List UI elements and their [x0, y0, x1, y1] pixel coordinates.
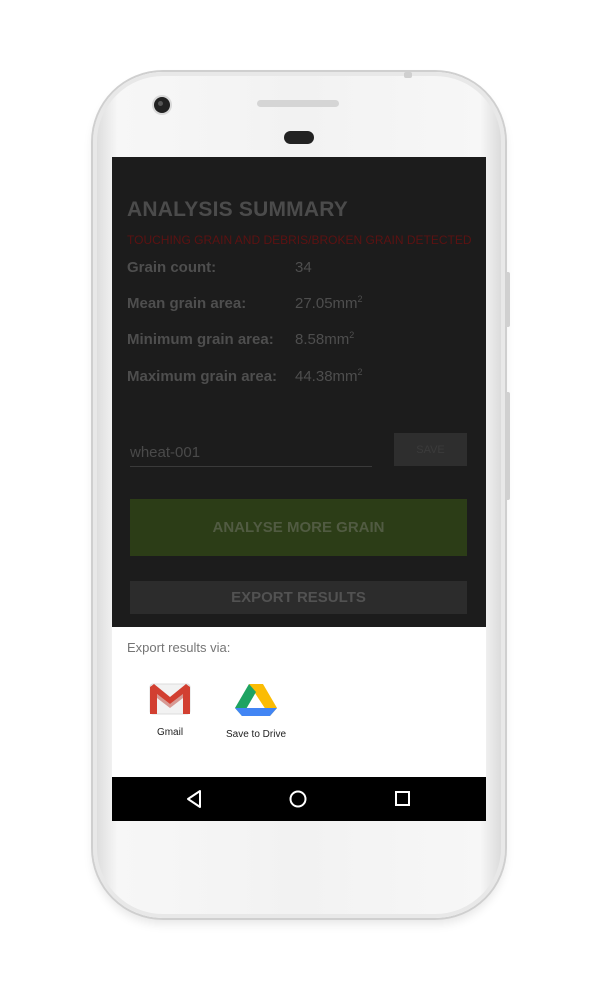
stat-value: 8.58mm2	[295, 330, 355, 348]
phone-top-button	[404, 72, 412, 78]
share-target-label: Gmail	[156, 727, 184, 738]
stat-label: Minimum grain area:	[127, 331, 274, 348]
share-sheet-title: Export results via:	[127, 640, 231, 655]
share-target-gmail[interactable]: Gmail	[125, 682, 215, 738]
save-button[interactable]: SAVE	[394, 433, 467, 466]
detection-warning: TOUCHING GRAIN AND DEBRIS/BROKEN GRAIN D…	[127, 233, 472, 247]
stat-value: 44.38mm2	[295, 367, 363, 385]
share-sheet: Export results via: Gmail Save to Drive	[112, 627, 486, 777]
front-camera	[154, 97, 170, 113]
stat-value: 34	[295, 259, 312, 276]
stat-label: Grain count:	[127, 259, 217, 276]
stat-label: Mean grain area:	[127, 295, 247, 312]
proximity-sensor	[284, 131, 314, 144]
share-target-drive[interactable]: Save to Drive	[211, 682, 301, 740]
android-nav-bar	[112, 777, 486, 821]
analyse-more-grain-button[interactable]: ANALYSE MORE GRAIN	[130, 499, 467, 556]
back-icon[interactable]	[185, 789, 203, 809]
stat-value: 27.05mm2	[295, 294, 363, 312]
home-icon[interactable]	[288, 789, 308, 809]
earpiece-speaker	[257, 100, 339, 107]
recents-icon[interactable]	[394, 789, 412, 809]
page-title: ANALYSIS SUMMARY	[127, 198, 349, 221]
gmail-icon	[149, 683, 191, 715]
google-drive-icon	[235, 684, 277, 716]
analysis-summary-panel: ANALYSIS SUMMARY TOUCHING GRAIN AND DEBR…	[112, 157, 486, 627]
phone-screen: ANALYSIS SUMMARY TOUCHING GRAIN AND DEBR…	[112, 157, 486, 821]
stat-label: Maximum grain area:	[127, 368, 278, 385]
share-target-label: Save to Drive	[225, 729, 287, 740]
volume-button	[505, 392, 510, 500]
power-button	[505, 272, 510, 327]
export-results-button[interactable]: EXPORT RESULTS	[130, 581, 467, 614]
result-name-input[interactable]	[130, 440, 372, 467]
